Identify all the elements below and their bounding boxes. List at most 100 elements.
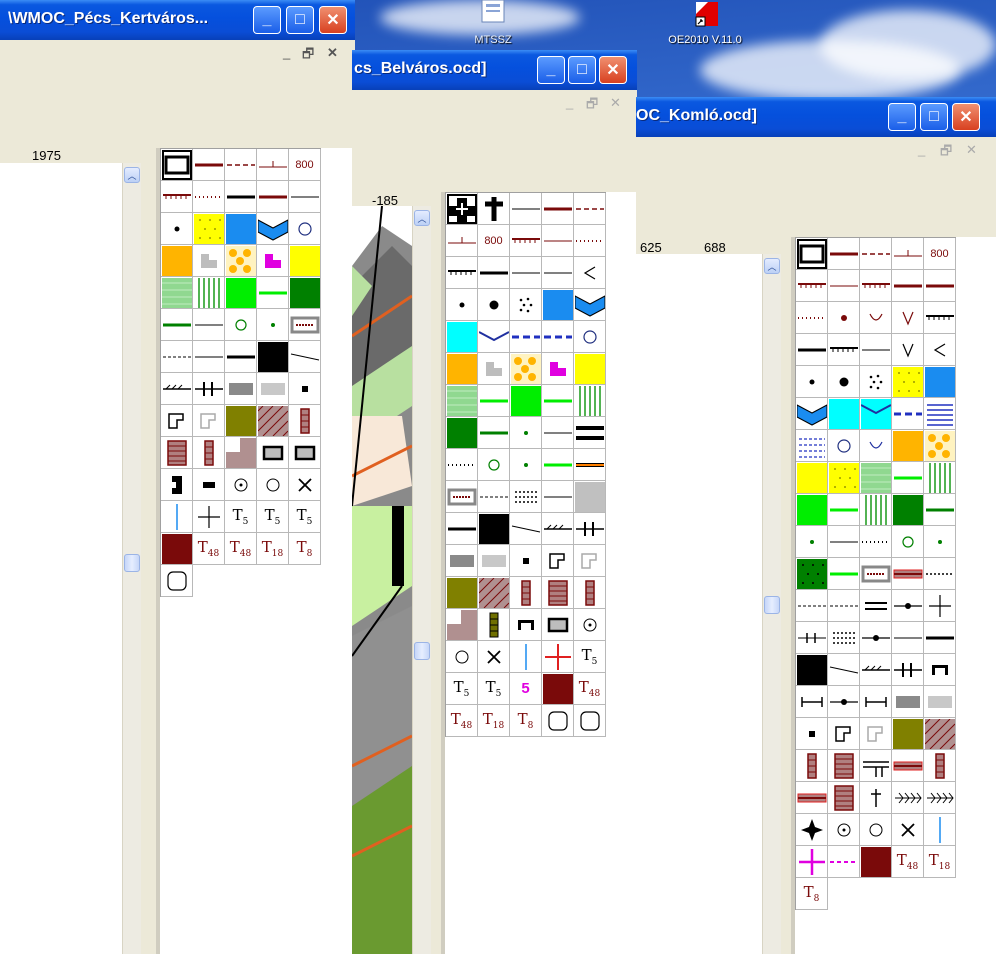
text-symbol-t5[interactable]: T5 — [446, 673, 478, 705]
symbol-magplus-icon[interactable] — [796, 846, 828, 878]
symbol-circdot-icon[interactable] — [574, 609, 606, 641]
symbol-green-icon[interactable] — [510, 385, 542, 417]
title-bar[interactable]: \WMOC_Pécs_Kertváros... _ □ ✕ — [0, 0, 355, 40]
symbol-hatchwide-icon[interactable] — [542, 577, 574, 609]
symbol-green-icon[interactable] — [796, 494, 828, 526]
symbol-lgreen-icon[interactable] — [860, 462, 892, 494]
symbol-orangedots-icon[interactable] — [510, 353, 542, 385]
symbol-yellowdots-icon[interactable] — [193, 213, 225, 245]
symbol-arrowset-icon[interactable] — [924, 782, 956, 814]
symbol-ring-icon[interactable] — [289, 213, 321, 245]
title-bar[interactable]: OC_Komló.ocd] _ □ ✕ — [636, 97, 996, 137]
symbol-magentaL-icon[interactable] — [257, 245, 289, 277]
symbol-smallsq-icon[interactable] — [796, 718, 828, 750]
symbol-dagger-icon[interactable] — [860, 782, 892, 814]
text-symbol-800[interactable]: 800 — [478, 225, 510, 257]
symbol-yellowdots-icon[interactable] — [828, 462, 860, 494]
symbol-green-icon[interactable] — [225, 277, 257, 309]
symbol-dot-icon[interactable] — [161, 213, 193, 245]
symbol-cyan-icon[interactable] — [446, 321, 478, 353]
symbol-dgreen-icon[interactable] — [289, 277, 321, 309]
symbol-hatchbar-icon[interactable] — [924, 750, 956, 782]
text-symbol-t18[interactable]: T18 — [478, 705, 510, 737]
map-canvas[interactable] — [0, 163, 122, 954]
symbol-brownfill-icon[interactable] — [542, 673, 574, 705]
symbol-gline-icon[interactable] — [542, 385, 574, 417]
symbol-box-icon[interactable] — [796, 238, 828, 270]
symbol-gray-icon[interactable] — [225, 373, 257, 405]
symbol-ringg-icon[interactable] — [892, 526, 924, 558]
symbol-grayrect-icon[interactable] — [542, 609, 574, 641]
symbol-bthin-icon[interactable] — [828, 270, 860, 302]
text-symbol-t48[interactable]: T48 — [446, 705, 478, 737]
symbol-yellow-icon[interactable] — [796, 462, 828, 494]
symbol-rounded-icon[interactable] — [542, 705, 574, 737]
symbol-bdot-icon[interactable] — [796, 302, 828, 334]
map-window-komlo[interactable]: OC_Komló.ocd] _ □ ✕ _ 🗗 ✕ 625 688 ︿ 800 T… — [636, 97, 996, 954]
symbol-lgray-icon[interactable] — [478, 545, 510, 577]
symbol-blackthin-icon[interactable] — [892, 622, 924, 654]
symbol-vstripes-icon[interactable] — [193, 277, 225, 309]
symbol-black-icon[interactable] — [225, 181, 257, 213]
symbol-blackdash-icon[interactable] — [828, 590, 860, 622]
symbol-bdash-icon[interactable] — [574, 193, 606, 225]
symbol-blackfill-icon[interactable] — [478, 513, 510, 545]
symbol-blackthin-icon[interactable] — [289, 181, 321, 213]
symbol-bluedash-icon[interactable] — [892, 398, 924, 430]
mdi-close-icon[interactable]: ✕ — [327, 45, 338, 61]
symbol-orangedots-icon[interactable] — [225, 245, 257, 277]
symbol-ringg-icon[interactable] — [478, 449, 510, 481]
symbol-dblline-icon[interactable] — [860, 590, 892, 622]
symbol-bigplus-icon[interactable] — [478, 193, 510, 225]
symbol-gray-icon[interactable] — [446, 545, 478, 577]
close-button[interactable]: ✕ — [319, 6, 347, 34]
symbol-dot-icon[interactable] — [796, 366, 828, 398]
symbol-circle-icon[interactable] — [860, 814, 892, 846]
symbol-dgreen-icon[interactable] — [892, 494, 924, 526]
symbol-brownfill-icon[interactable] — [860, 846, 892, 878]
symbol-bline-icon[interactable] — [924, 270, 956, 302]
symbol-bigcross-icon[interactable] — [446, 193, 478, 225]
symbol-dotdots-icon[interactable] — [828, 622, 860, 654]
symbol-hbar-icon[interactable] — [860, 686, 892, 718]
symbol-gline-icon[interactable] — [257, 277, 289, 309]
symbol-gdot-icon[interactable] — [510, 449, 542, 481]
symbol-black-icon[interactable] — [478, 257, 510, 289]
symbol-lt-icon[interactable] — [924, 334, 956, 366]
scroll-thumb[interactable] — [764, 596, 780, 614]
symbol-redhatch-icon[interactable] — [796, 782, 828, 814]
symbol-lgreen-icon[interactable] — [161, 277, 193, 309]
vertical-scrollbar[interactable]: ︿ — [122, 163, 141, 954]
symbol-ushape-icon[interactable] — [924, 654, 956, 686]
symbol-blackthin-icon[interactable] — [510, 257, 542, 289]
symbol-bluedash-icon[interactable] — [510, 321, 542, 353]
symbol-blackdash-icon[interactable] — [161, 341, 193, 373]
symbol-palette[interactable]: 800 T5 T5 T5 5 T48 T48 T18 T8 — [441, 192, 637, 954]
symbol-scatter-icon[interactable] — [510, 289, 542, 321]
symbol-bluedash-icon[interactable] — [542, 321, 574, 353]
symbol-cyanwave-icon[interactable] — [860, 398, 892, 430]
mdi-minimize-icon[interactable]: _ — [283, 45, 290, 60]
symbol-vee-icon[interactable] — [892, 334, 924, 366]
symbol-cshape-icon[interactable] — [161, 469, 193, 501]
mdi-close-icon[interactable]: ✕ — [610, 95, 621, 111]
symbol-ticks-icon[interactable] — [510, 225, 542, 257]
symbol-hatchwide-icon[interactable] — [828, 782, 860, 814]
symbol-hatchbar-icon[interactable] — [574, 577, 606, 609]
symbol-orangeline-icon[interactable] — [574, 449, 606, 481]
minimize-button[interactable]: _ — [888, 103, 916, 131]
symbol-black-icon[interactable] — [924, 622, 956, 654]
symbol-circdot-icon[interactable] — [225, 469, 257, 501]
symbol-blackdash-icon[interactable] — [796, 590, 828, 622]
symbol-blackthin-icon[interactable] — [542, 257, 574, 289]
symbol-bracketl-icon[interactable] — [860, 718, 892, 750]
symbol-orange-icon[interactable] — [161, 245, 193, 277]
symbol-cross-icon[interactable] — [892, 814, 924, 846]
map-canvas[interactable] — [352, 206, 412, 954]
symbol-gline-icon[interactable] — [828, 494, 860, 526]
symbol-bdash-icon[interactable] — [225, 149, 257, 181]
symbol-diag-icon[interactable] — [510, 513, 542, 545]
symbol-bluewave-icon[interactable] — [574, 289, 606, 321]
symbol-gdot-icon[interactable] — [796, 526, 828, 558]
symbol-palette[interactable]: 800 T48 T18 T8 — [791, 237, 996, 954]
